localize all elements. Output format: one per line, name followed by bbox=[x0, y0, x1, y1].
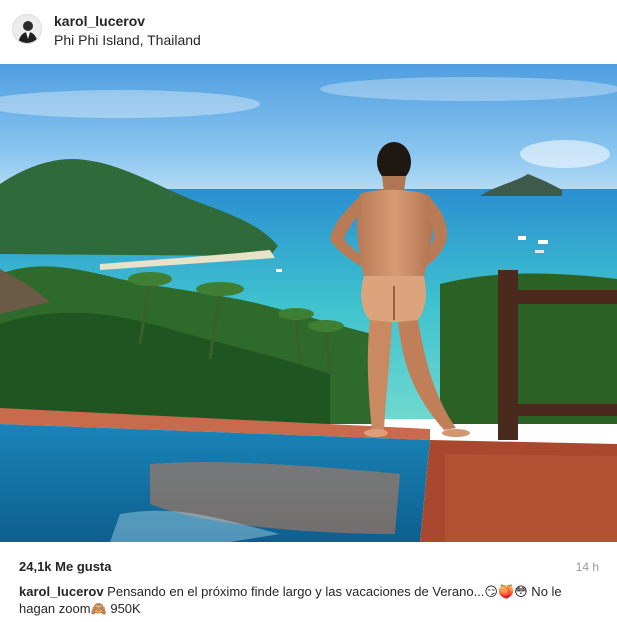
likes-count[interactable]: 24,1k Me gusta bbox=[19, 559, 112, 574]
post-header: karol_lucerov Phi Phi Island, Thailand bbox=[0, 0, 617, 64]
post-time[interactable]: 14 h bbox=[576, 560, 599, 574]
post-caption: karol_lucerov Pensando en el próximo fin… bbox=[19, 583, 599, 617]
photo-scene bbox=[0, 64, 617, 542]
avatar-image bbox=[13, 15, 41, 43]
avatar[interactable] bbox=[12, 14, 42, 44]
post-location[interactable]: Phi Phi Island, Thailand bbox=[54, 32, 201, 48]
caption-username[interactable]: karol_lucerov bbox=[19, 584, 104, 599]
post-photo[interactable] bbox=[0, 64, 617, 542]
post-username[interactable]: karol_lucerov bbox=[54, 13, 145, 29]
